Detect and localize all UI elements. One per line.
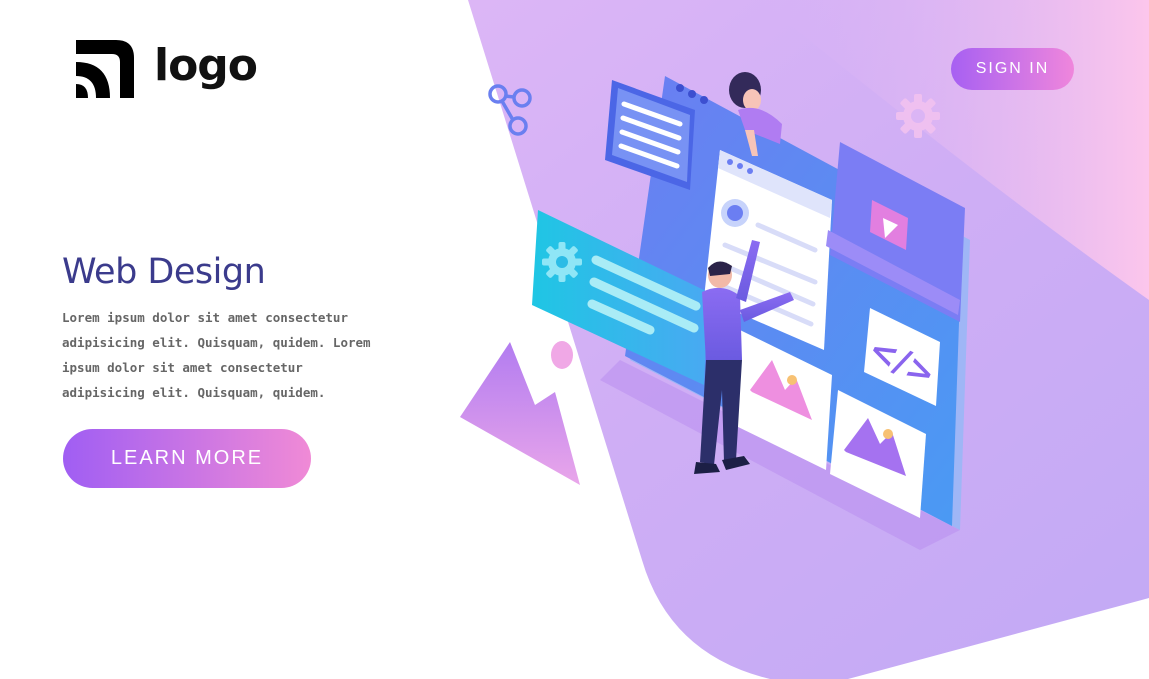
bubble-shape — [551, 341, 573, 369]
logo[interactable]: logo — [74, 38, 258, 100]
hero-description: Lorem ipsum dolor sit amet consectetur a… — [62, 310, 371, 400]
page-title: Web Design — [62, 252, 266, 292]
web-design-illustration: </> — [460, 72, 970, 550]
logo-text: logo — [154, 40, 258, 91]
gear-icon — [896, 94, 940, 138]
logo-icon — [76, 40, 134, 98]
share-icon — [488, 84, 532, 136]
learn-more-button[interactable]: LEARN MORE — [63, 429, 311, 488]
landing-page: logo SIGN IN Web Design Lorem ipsum dolo… — [0, 0, 1149, 679]
